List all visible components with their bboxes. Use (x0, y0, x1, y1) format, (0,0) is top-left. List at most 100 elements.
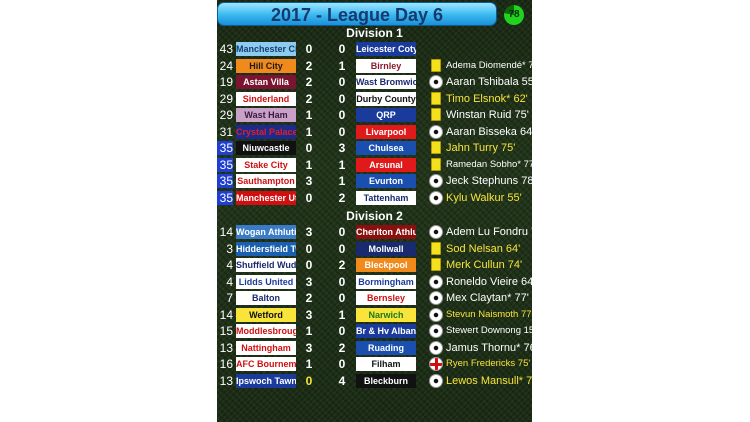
away-team[interactable]: Durby County (356, 91, 416, 106)
match-row: 4 Lidds United 3 0 Bormingham Roneldo Vieire … (217, 274, 532, 290)
match-row: 14 Wogan Athlutic 3 0 Cherlton Athlut Adem Lu… (217, 224, 532, 240)
event-text: Jamus Thornu* 76' (446, 341, 532, 354)
away-team[interactable]: Bormingham (356, 274, 416, 289)
match-row: 31 Crystal Palace 1 0 Livarpool Aaran Bisseka… (217, 124, 532, 140)
away-team[interactable]: Evurton (356, 174, 416, 188)
event-text: Aaran Tshibala 55' (446, 76, 532, 88)
yellow-card-icon (431, 108, 441, 121)
home-score: 0 (305, 190, 313, 205)
away-team[interactable]: Mollwall (356, 241, 416, 256)
away-team[interactable]: QRP (356, 108, 416, 122)
home-team[interactable]: Shuffield Wud. (236, 258, 296, 272)
league-position: 4 (226, 258, 233, 272)
match-row: 13 Nattingham 3 2 Ruading Jamus Thornu* 76' (217, 340, 532, 356)
event-text: Ryen Fredericks 75' (446, 358, 531, 369)
match-row: 35 Niuwcastle 0 3 Chulsea Jahn Turry 75' (217, 140, 532, 156)
league-position: 29 (219, 91, 233, 106)
league-position: 35 (217, 157, 233, 172)
away-team[interactable]: Cherlton Athlut (356, 225, 416, 239)
away-team[interactable]: Bleckpool (356, 258, 416, 272)
home-team[interactable]: Wogan Athlutic (236, 225, 296, 239)
away-score: 0 (338, 124, 346, 139)
event-text: Ramedan Sobho* 77' (446, 158, 532, 170)
football-icon (429, 190, 443, 205)
home-team[interactable]: Sinderland (236, 91, 296, 106)
away-team[interactable]: Arsunal (356, 157, 416, 172)
league-position: 35 (217, 174, 233, 188)
league-position: 19 (219, 75, 233, 89)
league-position: 35 (217, 190, 233, 205)
away-score: 0 (338, 291, 346, 305)
match-row: 29 Wast Ham 1 0 QRP Winstan Ruid 75' (217, 107, 532, 123)
league-position: 3 (226, 241, 233, 256)
away-team[interactable]: Bleckburn (356, 373, 416, 388)
home-team[interactable]: Hill City (236, 58, 296, 73)
event-text: Adema Diomendé* 72' (446, 59, 532, 71)
home-team[interactable]: Hiddersfield Tw (236, 241, 296, 256)
match-board: 2017 - League Day 6 78 Division 1 43 Manc… (217, 0, 532, 422)
event-text: Jahn Turry 75' (446, 142, 516, 154)
home-team[interactable]: Crystal Palace (236, 124, 296, 139)
yellow-card-icon (431, 157, 441, 171)
event-text: Merk Cullun 74' (446, 259, 523, 271)
football-icon (429, 274, 443, 289)
home-score: 1 (305, 108, 313, 122)
home-team[interactable]: Wetford (236, 307, 296, 322)
league-position: 43 (219, 42, 233, 56)
away-team[interactable]: Br & Hv Alban (356, 324, 416, 338)
home-team[interactable]: Ipswoch Tawn (236, 373, 296, 388)
home-score: 1 (305, 157, 313, 172)
away-score: 2 (338, 258, 346, 272)
away-score: 2 (338, 190, 346, 205)
away-team[interactable]: Chulsea (356, 141, 416, 155)
away-team[interactable]: Wast Bromwich (356, 75, 416, 89)
away-score: 0 (338, 91, 346, 106)
home-team[interactable]: Niuwcastle (236, 141, 296, 155)
away-team[interactable]: Birnley (356, 58, 416, 73)
match-row: 4 Shuffield Wud. 0 2 Bleckpool Merk Cullun 74… (217, 257, 532, 273)
home-team[interactable]: Sauthampton (236, 174, 296, 188)
home-team[interactable]: Wast Ham (236, 108, 296, 122)
away-team[interactable]: Narwich (356, 307, 416, 322)
home-score: 3 (305, 274, 313, 289)
away-score: 1 (338, 157, 346, 172)
home-team[interactable]: Lidds United (236, 274, 296, 289)
away-team[interactable]: Filham (356, 357, 416, 371)
away-score: 4 (338, 373, 346, 388)
home-score: 2 (305, 75, 313, 89)
home-team[interactable]: Stake City (236, 157, 296, 172)
league-position: 35 (217, 141, 233, 155)
home-team[interactable]: Nattingham (236, 340, 296, 355)
away-team[interactable]: Bernsley (356, 291, 416, 305)
match-row: 24 Hill City 2 1 Birnley Adema Diomendé* 72' (217, 58, 532, 74)
yellow-card-icon (431, 241, 441, 255)
away-team[interactable]: Tattenham (356, 190, 416, 205)
home-team[interactable]: Balton (236, 291, 296, 305)
home-team[interactable]: Moddlesbrough (236, 324, 296, 338)
football-icon (429, 124, 443, 139)
home-score: 0 (305, 141, 313, 155)
league-position: 13 (219, 340, 233, 355)
away-score: 0 (338, 241, 346, 256)
league-position: 4 (226, 274, 233, 289)
event-text: Aaran Bisseka 64' (446, 125, 532, 138)
away-score: 0 (338, 108, 346, 122)
football-icon (429, 174, 443, 188)
yellow-card-icon (431, 258, 441, 271)
home-score: 0 (305, 258, 313, 272)
match-row: 43Manchester City 0 0 Leicester Coty (217, 41, 532, 57)
away-team[interactable]: Leicester Coty (356, 42, 416, 56)
football-icon (429, 324, 443, 338)
home-team[interactable]: Manchester Utd (236, 190, 296, 205)
league-position: 31 (219, 124, 233, 139)
home-team[interactable]: AFC Bournemouth (236, 357, 296, 371)
away-team[interactable]: Livarpool (356, 124, 416, 139)
away-team[interactable]: Ruading (356, 340, 416, 355)
away-score: 0 (338, 42, 346, 56)
match-row: 13 Ipswoch Tawn 0 4 Bleckburn Lewos Mansull* … (217, 373, 532, 389)
match-row: 7 Balton 2 0 Bernsley Mex Claytan* 77' (217, 290, 532, 306)
home-team[interactable]: Astan Villa (236, 75, 296, 89)
match-timer: 78 (504, 5, 524, 25)
home-team[interactable]: Manchester City (236, 42, 296, 56)
match-row: 14 Wetford 3 1 Narwich Stevun Naismoth 77' (217, 307, 532, 323)
